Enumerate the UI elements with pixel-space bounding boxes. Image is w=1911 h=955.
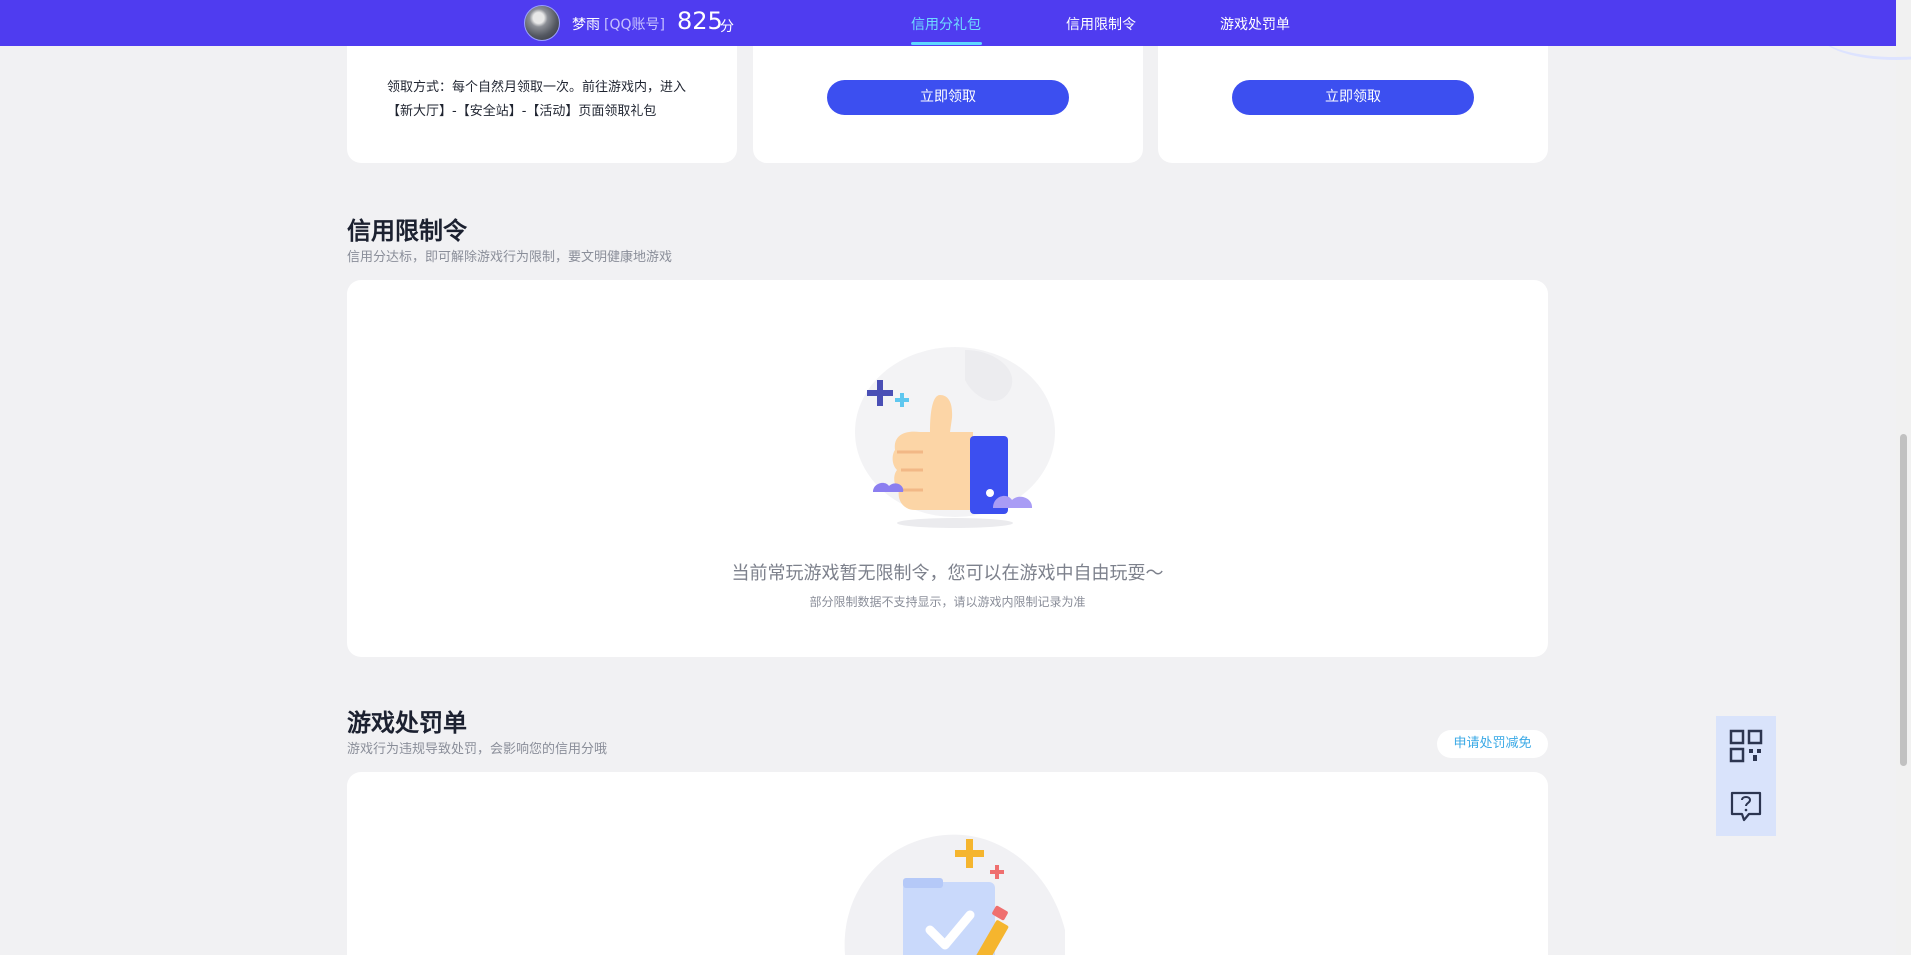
tab-credit-restriction[interactable]: 信用限制令 [1066,14,1136,34]
credit-score-unit: 分 [720,19,734,35]
qr-code-button[interactable] [1716,716,1776,776]
restriction-empty-hint: 部分限制数据不支持显示，请以游戏内限制记录为准 [809,595,1086,609]
tab-game-penalty[interactable]: 游戏处罚单 [1220,14,1290,34]
help-chat-icon [1730,791,1762,822]
penalty-section-title: 游戏处罚单 [347,709,467,737]
credit-score: 825 [677,7,723,35]
restriction-section-title: 信用限制令 [347,217,467,245]
apply-penalty-reduction-button[interactable]: 申请处罚减免 [1437,730,1548,758]
help-button[interactable] [1716,776,1776,836]
restriction-section-subtitle: 信用分达标，即可解除游戏行为限制，要文明健康地游戏 [347,250,673,265]
penalty-section-subtitle: 游戏行为违规导致处罚，会影响您的信用分哦 [347,742,608,757]
thumbs-up-illustration [855,347,1055,528]
claim-button-2[interactable]: 立即领取 [827,80,1069,115]
tab-credit-gift[interactable]: 信用分礼包 [911,14,981,34]
active-tab-indicator [911,42,982,45]
top-nav-bar: 梦雨 [QQ账号] 825 分 信用分礼包 信用限制令 游戏处罚单 [0,0,1896,46]
folder-check-illustration [844,834,1065,955]
claim-button-3[interactable]: 立即领取 [1232,80,1474,115]
qr-code-icon [1729,729,1763,763]
avatar[interactable] [524,5,560,41]
restriction-empty-message: 当前常玩游戏暂无限制令，您可以在游戏中自由玩耍～ [731,563,1164,584]
scrollbar-thumb[interactable] [1900,434,1907,766]
user-name: 梦雨 [572,17,600,33]
gift-claim-method: 领取方式：每个自然月领取一次。前往游戏内，进入【新大厅】-【安全站】-【活动】页… [387,80,687,119]
account-type: [QQ账号] [604,17,665,33]
